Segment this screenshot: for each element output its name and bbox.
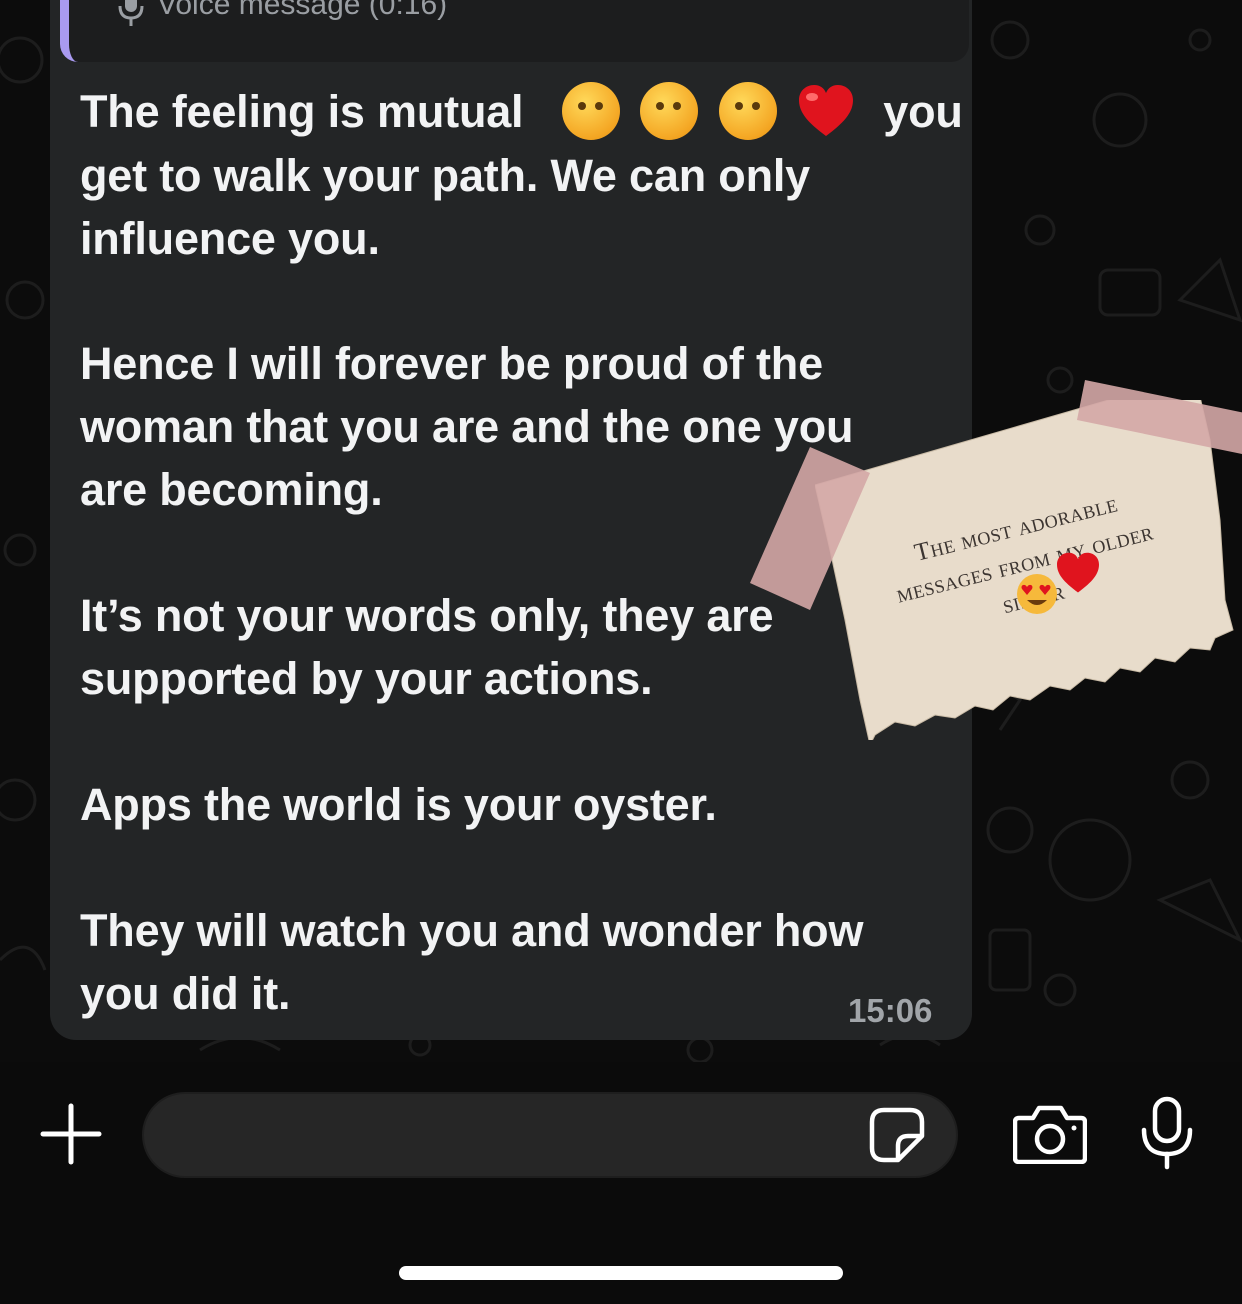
message-line: They will watch you and wonder how: [80, 905, 864, 956]
red-heart-emoji: [1057, 552, 1099, 593]
message-line-suffix: you: [883, 86, 963, 137]
sticker-note: The most adorable messages from my older…: [750, 380, 1242, 740]
message-line: supported by your actions.: [80, 653, 653, 704]
message-paragraph-4: Apps the world is your oyster.: [80, 773, 717, 836]
message-paragraph-3: It’s not your words only, they are suppo…: [80, 584, 774, 710]
chat-background: Voice message (0:16) The feeling is mutu…: [0, 0, 1242, 1062]
sticker-icon[interactable]: [868, 1106, 926, 1164]
message-line: The feeling is mutual you: [80, 80, 963, 144]
kissing-face-emoji: [640, 82, 699, 141]
message-line: get to walk your path. We can only: [80, 150, 810, 202]
kissing-face-emoji: [562, 82, 620, 141]
tape-top-right: [1077, 380, 1242, 454]
message-input[interactable]: [142, 1092, 958, 1178]
quoted-voice-message[interactable]: Voice message (0:16): [60, 0, 969, 62]
voice-message-label: Voice message (0:16): [157, 0, 448, 21]
home-indicator[interactable]: [399, 1266, 843, 1280]
tape-left: [750, 447, 870, 610]
message-line: are becoming.: [80, 464, 383, 515]
red-heart-emoji: [798, 85, 853, 137]
message-timestamp: 15:06: [848, 992, 933, 1029]
message-line: Apps the world is your oyster.: [80, 779, 717, 830]
message-line: influence you.: [80, 213, 380, 265]
message-line: It’s not your words only, they are: [80, 590, 774, 641]
message-line-text: The feeling is mutual: [80, 86, 524, 137]
microphone-icon[interactable]: [1139, 1096, 1195, 1170]
plus-icon[interactable]: [39, 1102, 103, 1166]
message-paragraph-1: The feeling is mutual you get to walk yo…: [80, 80, 963, 270]
heart-eyes-emoji: [1017, 574, 1057, 614]
mic-icon: [118, 0, 144, 26]
message-paragraph-5: They will watch you and wonder how you d…: [80, 899, 863, 1025]
message-line: Hence I will forever be proud of the: [80, 338, 823, 389]
kissing-face-emoji: [718, 82, 777, 141]
message-line: you did it.: [80, 968, 291, 1019]
message-paragraph-2: Hence I will forever be proud of the wom…: [80, 332, 853, 521]
camera-icon[interactable]: [1013, 1104, 1087, 1164]
message-line: woman that you are and the one you: [80, 401, 854, 452]
